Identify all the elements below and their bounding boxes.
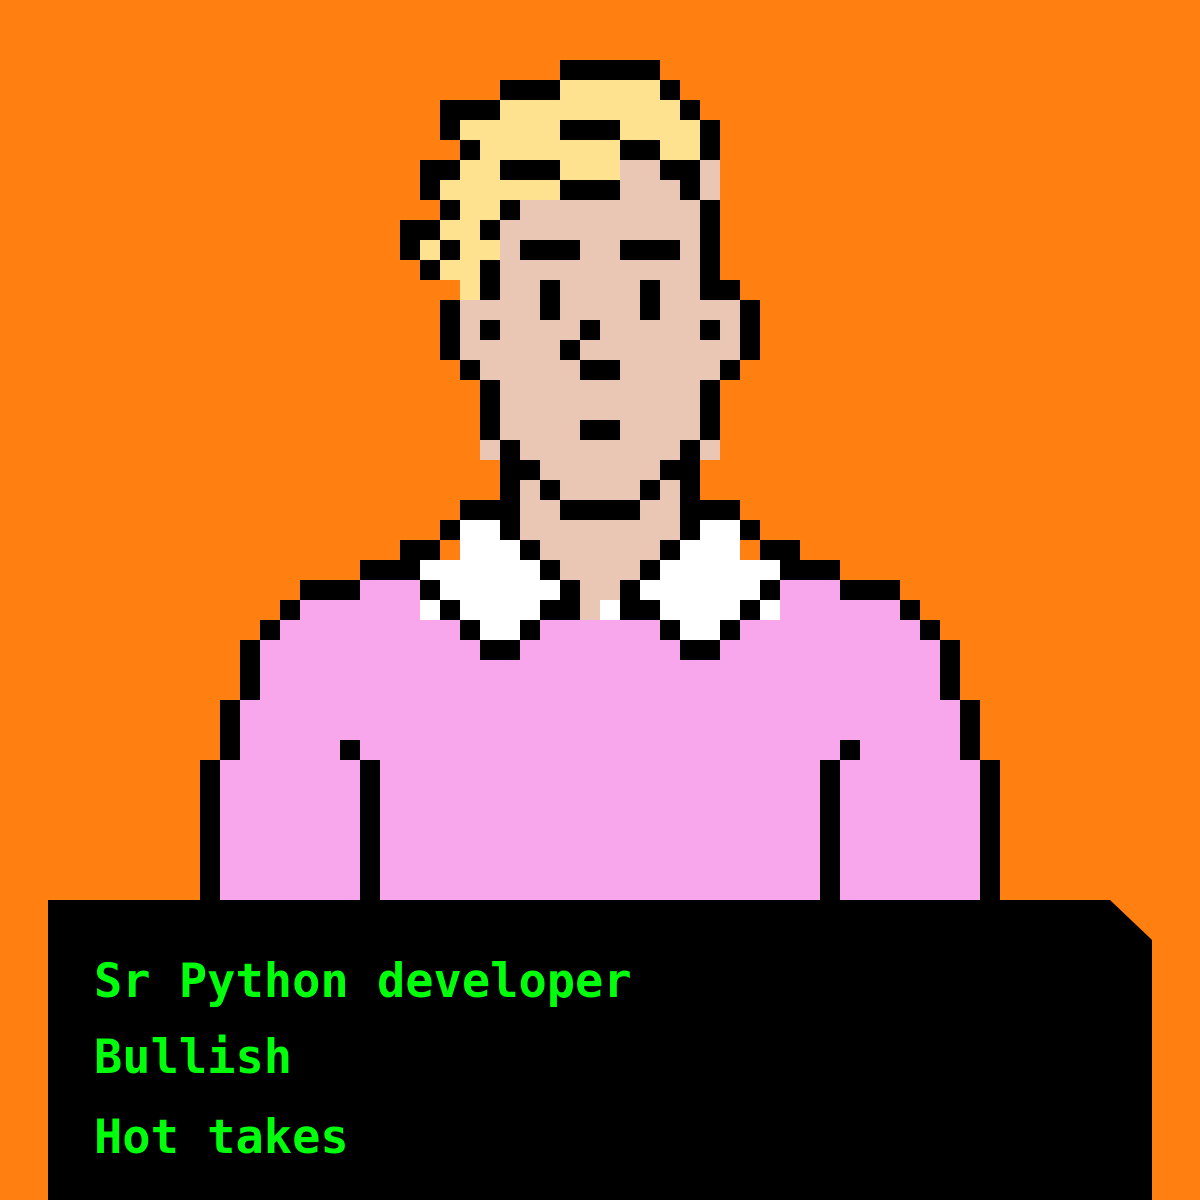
trait-sentiment: Bullish: [94, 1030, 293, 1085]
trait-role: Sr Python developer: [94, 954, 632, 1009]
info-panel: Sr Python developer Bullish Hot takes: [48, 900, 1152, 1200]
profile-card: Sr Python developer Bullish Hot takes: [0, 0, 1200, 1200]
shirt: [220, 580, 980, 900]
trait-style: Hot takes: [94, 1110, 349, 1165]
